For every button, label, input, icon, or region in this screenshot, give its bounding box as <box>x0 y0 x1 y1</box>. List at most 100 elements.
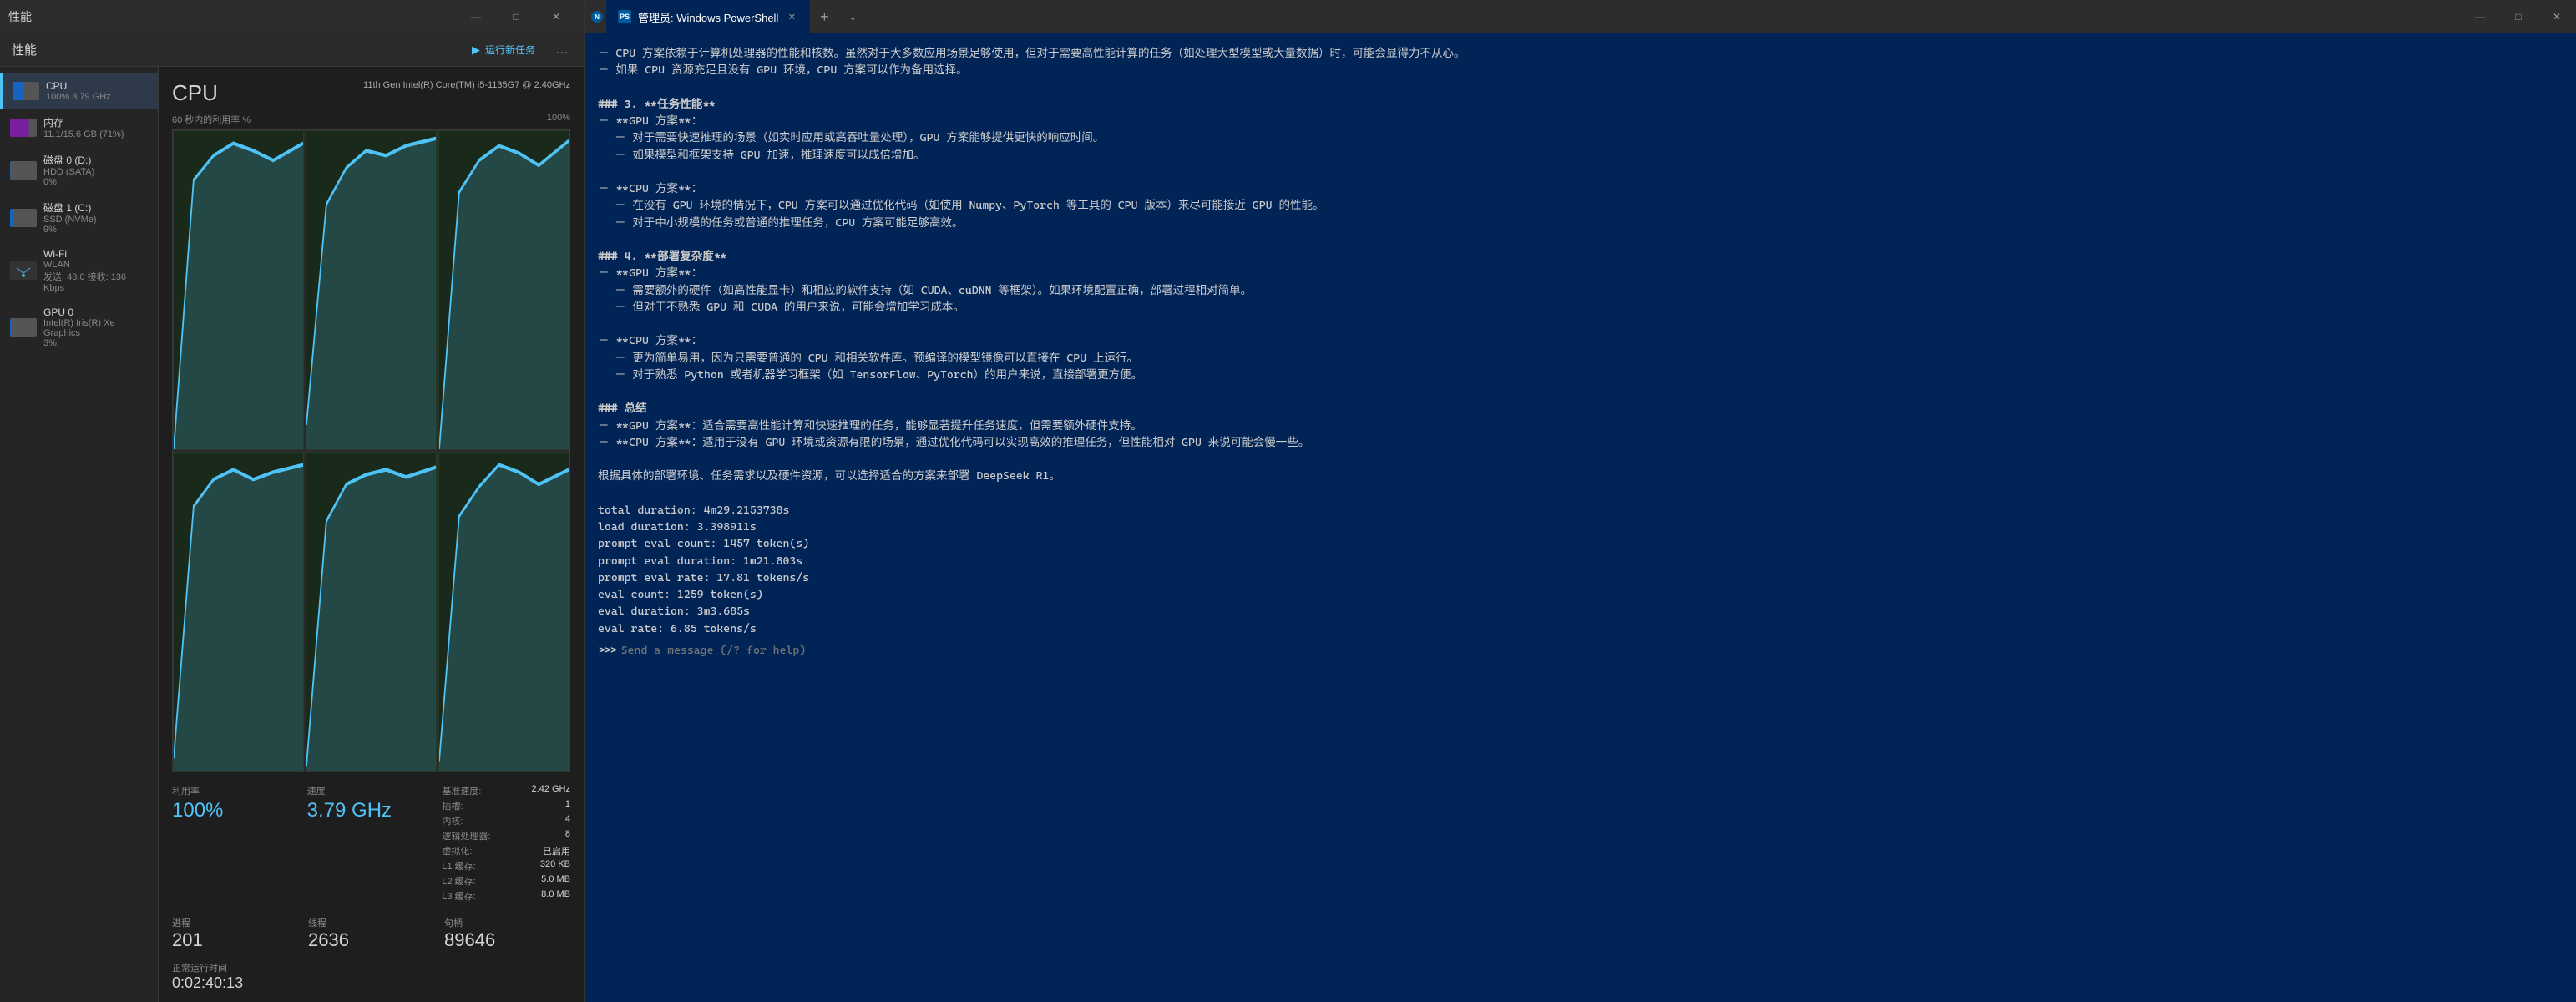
ps-line-8: － **CPU 方案**： <box>598 180 2563 197</box>
memory-mini-chart <box>10 119 37 137</box>
ps-line-18: － 更为简单易用，因为只需要普通的 CPU 和相关软件库。预编译的模型镜像可以直… <box>598 350 2563 367</box>
processes-value: 201 <box>172 929 298 951</box>
sidebar-item-memory[interactable]: 内存 11.1/15.6 GB (71%) <box>0 109 158 146</box>
more-options-button[interactable]: … <box>552 40 572 60</box>
ps-tab-active[interactable]: PS 管理员: Windows PowerShell ✕ <box>606 0 810 33</box>
disk1-sidebar-text: 磁盘 1 (C:) SSD (NVMe) 9% <box>43 200 148 235</box>
ps-total-duration: total duration: 4m29.2153738s <box>598 502 2563 519</box>
ps-line-3: ### 3. **任务性能** <box>598 96 2563 113</box>
threads-label: 线程 <box>308 916 434 929</box>
ps-line-25: 根据具体的部署环境、任务需求以及硬件资源，可以选择适合的方案来部署 DeepSe… <box>598 468 2563 484</box>
cpu-model: 11th Gen Intel(R) Core(TM) i5-1135G7 @ 2… <box>363 80 570 90</box>
cpu-chart-cell-0 <box>173 130 304 450</box>
cpu-chart-cell-4 <box>306 452 437 772</box>
tm-sidebar: CPU 100% 3.79 GHz 内存 11.1/15.6 GB (71%) … <box>0 67 159 1002</box>
ps-line-13: － **GPU 方案**： <box>598 265 2563 281</box>
ps-prompt-line: >>> <box>598 642 2563 659</box>
uptime-stat: 正常运行时间 0:02:40:13 <box>172 961 570 992</box>
cores-label: 内核: <box>442 814 463 827</box>
ps-minimize-button[interactable]: — <box>2461 4 2499 29</box>
wifi-sidebar-text: Wi-Fi WLAN 发送: 48.0 接收: 136 Kbps <box>43 248 148 293</box>
l2-label: L2 缓存: <box>442 874 475 888</box>
ps-tab-label: 管理员: Windows PowerShell <box>638 9 778 25</box>
sidebar-item-gpu0[interactable]: GPU 0 Intel(R) Iris(R) Xe Graphics 3% <box>0 300 158 355</box>
tm-header: 性能 ▶ 运行新任务 … <box>0 33 584 67</box>
ps-line-9: － 在没有 GPU 环境的情况下，CPU 方案可以通过优化代码（如使用 Nump… <box>598 197 2563 214</box>
ps-close-button[interactable]: ✕ <box>2538 4 2576 29</box>
close-button[interactable]: ✕ <box>537 4 575 29</box>
gpu0-sidebar-sub2: 3% <box>43 338 148 348</box>
ps-tab-dropdown-button[interactable]: ⌄ <box>838 3 867 31</box>
sockets-label: 插槽: <box>442 799 463 812</box>
chart-label-text: 60 秒内的利用率 % <box>172 113 251 126</box>
run-new-task-button[interactable]: ▶ 运行新任务 <box>465 39 542 60</box>
disk1-mini-chart <box>10 209 37 227</box>
ps-maximize-button[interactable]: □ <box>2499 4 2538 29</box>
ps-line-11 <box>598 231 2563 248</box>
cpu-sidebar-text: CPU 100% 3.79 GHz <box>46 80 148 102</box>
ps-tabs: PS 管理员: Windows PowerShell ✕ <box>606 0 810 33</box>
disk0-sidebar-text: 磁盘 0 (D:) HDD (SATA) 0% <box>43 153 148 187</box>
disk1-sidebar-name: 磁盘 1 (C:) <box>43 200 148 215</box>
l2-value: 5.0 MB <box>541 874 570 888</box>
base-speed-label: 基准速度: <box>442 784 481 797</box>
ps-prompt-eval-duration: prompt eval duration: 1m21.803s <box>598 553 2563 569</box>
wifi-sidebar-name: Wi-Fi <box>43 248 148 260</box>
virt-label: 虚拟化: <box>442 844 472 858</box>
ps-line-14: － 需要额外的硬件（如高性能显卡）和相应的软件支持（如 CUDA、cuDNN 等… <box>598 282 2563 299</box>
ps-tab-close-button[interactable]: ✕ <box>785 10 798 23</box>
ps-line-21: ### 总结 <box>598 400 2563 417</box>
sidebar-item-disk1[interactable]: 磁盘 1 (C:) SSD (NVMe) 9% <box>0 194 158 241</box>
ps-line-6: － 如果模型和框架支持 GPU 加速，推理速度可以成倍增加。 <box>598 147 2563 164</box>
ps-line-5: － 对于需要快速推理的场景（如实时应用或高吞吐量处理），GPU 方案能够提供更快… <box>598 129 2563 146</box>
utilization-label: 利用率 <box>172 784 301 797</box>
task-manager-window: 性能 — □ ✕ 性能 ▶ 运行新任务 … CPU 100% 3. <box>0 0 585 1002</box>
l2-row: L2 缓存: 5.0 MB <box>442 874 570 888</box>
memory-sidebar-text: 内存 11.1/15.6 GB (71%) <box>43 115 148 139</box>
disk0-mini-chart <box>10 161 37 180</box>
ps-window-controls: — □ ✕ <box>2461 4 2576 29</box>
speed-stat: 速度 3.79 GHz <box>307 784 436 903</box>
cpu-detail-panel: CPU 11th Gen Intel(R) Core(TM) i5-1135G7… <box>159 67 584 1002</box>
cpu-sidebar-name: CPU <box>46 80 148 92</box>
run-icon: ▶ <box>472 43 480 57</box>
ps-line-22: － **GPU 方案**：适合需要高性能计算和快速推理的任务，能够显著提升任务速… <box>598 418 2563 434</box>
ps-line-24 <box>598 451 2563 468</box>
cores-row: 内核: 4 <box>442 814 570 827</box>
cpu-header: CPU 11th Gen Intel(R) Core(TM) i5-1135G7… <box>159 67 584 113</box>
header-actions: ▶ 运行新任务 … <box>465 39 572 60</box>
ps-tab-icon: PS <box>618 10 631 23</box>
minimize-button[interactable]: — <box>457 4 495 29</box>
logical-row: 逻辑处理器: 8 <box>442 829 570 843</box>
virt-value: 已启用 <box>543 844 570 858</box>
ps-new-tab-button[interactable]: + <box>810 3 838 31</box>
ps-eval-count: eval count: 1259 token(s) <box>598 586 2563 603</box>
ps-line-20 <box>598 383 2563 400</box>
l3-label: L3 缓存: <box>442 889 475 903</box>
sidebar-item-disk0[interactable]: 磁盘 0 (D:) HDD (SATA) 0% <box>0 146 158 194</box>
maximize-button[interactable]: □ <box>497 4 535 29</box>
gpu-mini-chart <box>10 318 37 337</box>
cpu-mini-chart <box>13 82 39 100</box>
ps-prompt-eval-count: prompt eval count: 1457 token(s) <box>598 535 2563 552</box>
uptime-value: 0:02:40:13 <box>172 974 570 992</box>
ps-input-field[interactable] <box>621 644 2563 657</box>
ps-line-23: － **CPU 方案**：适用于没有 GPU 环境或资源有限的场景，通过优化代码… <box>598 434 2563 451</box>
disk1-sidebar-sub: SSD (NVMe) <box>43 215 148 225</box>
handles-stat: 句柄 89646 <box>444 916 570 951</box>
task-manager-title: 性能 <box>8 8 32 25</box>
cpu-chart-cell-1 <box>306 130 437 450</box>
ps-line-16 <box>598 316 2563 332</box>
base-speed-row: 基准速度: 2.42 GHz <box>442 784 570 797</box>
sidebar-item-cpu[interactable]: CPU 100% 3.79 GHz <box>0 73 158 109</box>
processes-stat: 进程 201 <box>172 916 298 951</box>
logical-label: 逻辑处理器: <box>442 829 490 843</box>
ps-load-duration: load duration: 3.398911s <box>598 519 2563 535</box>
cpu-title: CPU <box>172 80 218 106</box>
base-speed-value: 2.42 GHz <box>532 784 570 797</box>
sidebar-item-wifi[interactable]: Wi-Fi WLAN 发送: 48.0 接收: 136 Kbps <box>0 241 158 300</box>
gpu0-sidebar-text: GPU 0 Intel(R) Iris(R) Xe Graphics 3% <box>43 306 148 348</box>
ps-line-12: ### 4. **部署复杂度** <box>598 248 2563 265</box>
base-speed-stat: 基准速度: 2.42 GHz 插槽: 1 内核: 4 逻辑处理器: 8 <box>442 784 570 903</box>
title-bar-left: 性能 <box>8 8 32 25</box>
